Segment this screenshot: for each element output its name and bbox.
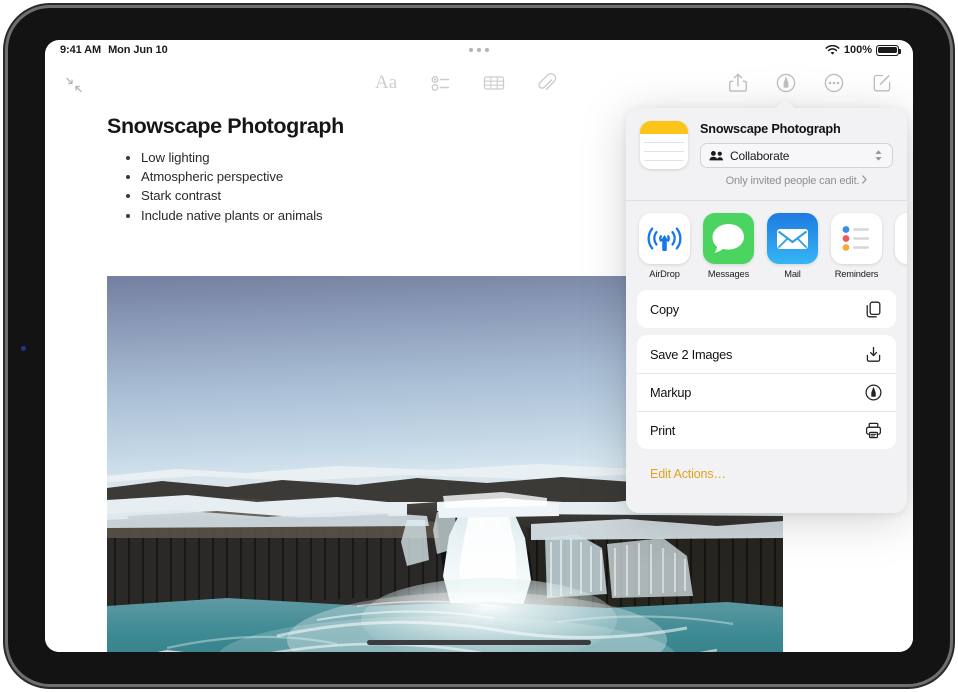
bezel-speck bbox=[21, 346, 26, 351]
compose-icon[interactable] bbox=[869, 70, 895, 96]
status-bar: 9:41 AM Mon Jun 10 100% bbox=[45, 40, 913, 64]
share-target-label: Mail bbox=[767, 269, 818, 279]
battery-percent: 100% bbox=[844, 44, 872, 56]
share-icon[interactable] bbox=[725, 70, 751, 96]
action-copy[interactable]: Copy bbox=[637, 290, 896, 328]
page-title: Snowscape Photograph bbox=[107, 114, 344, 139]
collaborate-label: Collaborate bbox=[730, 149, 867, 163]
share-sheet-body: Snowscape Photograph Collaborate bbox=[626, 108, 907, 513]
action-print[interactable]: Print bbox=[637, 411, 896, 449]
collapse-arrows-icon[interactable] bbox=[61, 72, 87, 98]
collaborate-dropdown[interactable]: Collaborate bbox=[700, 143, 893, 168]
multitask-dot bbox=[485, 48, 489, 52]
status-bar-left: 9:41 AM Mon Jun 10 bbox=[60, 44, 168, 56]
reminders-icon bbox=[831, 213, 882, 264]
action-label: Markup bbox=[650, 385, 864, 400]
copy-icon bbox=[864, 300, 883, 319]
list-item: Low lighting bbox=[123, 148, 323, 167]
permission-text: Only invited people can edit. bbox=[726, 175, 860, 187]
status-date: Mon Jun 10 bbox=[108, 44, 168, 56]
messages-icon bbox=[703, 213, 754, 264]
ipad-screen: 9:41 AM Mon Jun 10 100% bbox=[45, 40, 913, 652]
attachment-paperclip-icon[interactable] bbox=[534, 70, 560, 96]
more-ellipsis-icon[interactable] bbox=[821, 70, 847, 96]
share-sheet-popover: Snowscape Photograph Collaborate bbox=[626, 100, 907, 513]
table-icon[interactable] bbox=[481, 70, 507, 96]
save-download-icon bbox=[864, 345, 883, 364]
markup-pen-icon[interactable] bbox=[773, 70, 799, 96]
action-label: Copy bbox=[650, 302, 864, 317]
share-target-freeform[interactable]: Fr bbox=[895, 213, 907, 284]
action-label: Print bbox=[650, 423, 864, 438]
list-item: Include native plants or animals bbox=[123, 206, 323, 225]
action-save-images[interactable]: Save 2 Images bbox=[637, 335, 896, 373]
share-target-label: Reminders bbox=[831, 269, 882, 279]
people-icon bbox=[709, 150, 724, 161]
freeform-icon bbox=[895, 213, 907, 264]
permission-link[interactable]: Only invited people can edit. bbox=[700, 175, 893, 187]
status-bar-right: 100% bbox=[825, 44, 899, 56]
battery-icon bbox=[876, 45, 899, 56]
chevron-right-icon bbox=[862, 175, 867, 187]
share-app-row[interactable]: AirDrop Messages bbox=[626, 200, 907, 284]
multitask-dots-icon[interactable] bbox=[469, 48, 489, 52]
share-target-label: AirDrop bbox=[639, 269, 690, 279]
action-markup[interactable]: Markup bbox=[637, 373, 896, 411]
note-bullet-list: Low lighting Atmospheric perspective Sta… bbox=[123, 148, 323, 225]
format-aa-icon[interactable]: Aa bbox=[375, 70, 401, 96]
share-item-title: Snowscape Photograph bbox=[700, 122, 893, 136]
multitask-dot bbox=[469, 48, 473, 52]
ipad-device: 9:41 AM Mon Jun 10 100% bbox=[8, 8, 950, 684]
toolbar-center-group: Aa bbox=[375, 70, 560, 96]
mail-icon bbox=[767, 213, 818, 264]
printer-icon bbox=[864, 421, 883, 440]
share-target-label: Messages bbox=[703, 269, 754, 279]
edit-actions-button[interactable]: Edit Actions… bbox=[637, 456, 896, 481]
share-target-mail[interactable]: Mail bbox=[767, 213, 818, 284]
notes-app-icon bbox=[640, 121, 688, 169]
markup-pen-icon bbox=[864, 383, 883, 402]
airdrop-icon bbox=[639, 213, 690, 264]
list-item: Atmospheric perspective bbox=[123, 167, 323, 186]
multitask-dot bbox=[477, 48, 481, 52]
checklist-icon[interactable] bbox=[428, 70, 454, 96]
toolbar-right-group bbox=[725, 70, 895, 96]
share-target-airdrop[interactable]: AirDrop bbox=[639, 213, 690, 284]
wifi-icon bbox=[825, 45, 840, 56]
secondary-action-card: Save 2 Images Markup bbox=[637, 335, 896, 449]
action-label: Save 2 Images bbox=[650, 347, 864, 362]
share-target-reminders[interactable]: Reminders bbox=[831, 213, 882, 284]
home-indicator[interactable] bbox=[367, 640, 591, 645]
share-actions: Copy Save 2 Images bbox=[626, 284, 907, 481]
list-item: Stark contrast bbox=[123, 186, 323, 205]
share-sheet-header: Snowscape Photograph Collaborate bbox=[626, 108, 907, 200]
share-target-label: Fr bbox=[895, 269, 907, 279]
status-time: 9:41 AM bbox=[60, 44, 101, 56]
chevron-up-down-icon bbox=[873, 149, 884, 162]
primary-action-card: Copy bbox=[637, 290, 896, 328]
share-target-messages[interactable]: Messages bbox=[703, 213, 754, 284]
